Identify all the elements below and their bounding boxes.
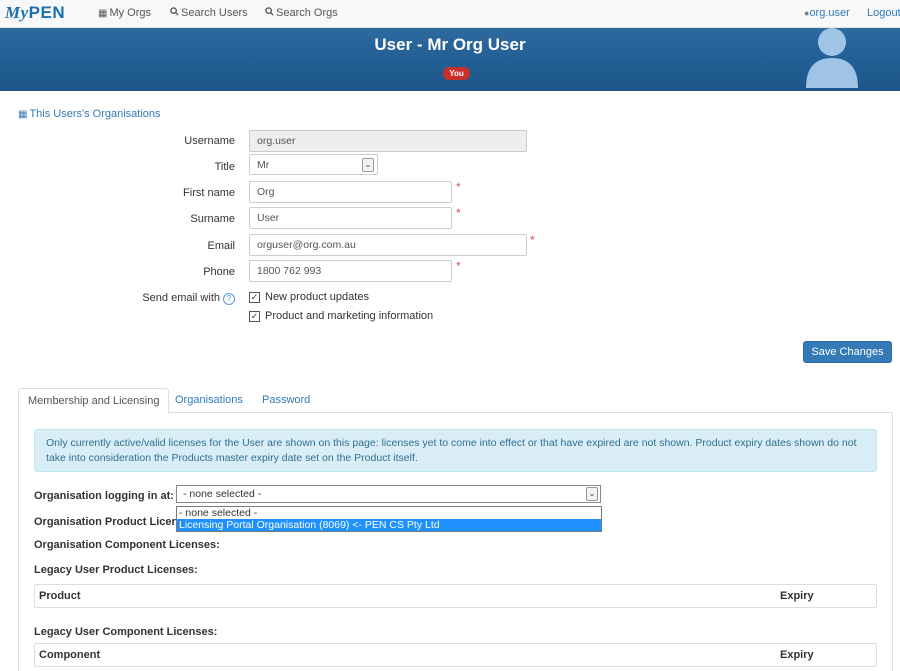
username-field: org.user <box>249 130 527 152</box>
required-marker: * <box>456 180 461 194</box>
tab-password[interactable]: Password <box>253 388 319 413</box>
org-login-select[interactable]: - none selected - ⌄ <box>176 485 601 503</box>
first-name-field[interactable]: Org <box>249 181 452 203</box>
column-header-product: Product <box>39 590 81 602</box>
dropdown-option[interactable]: - none selected - <box>177 507 601 519</box>
tab-organisations[interactable]: Organisations <box>166 388 252 413</box>
column-header-expiry: Expiry <box>780 649 814 661</box>
org-component-licenses-heading: Organisation Component Licenses: <box>34 539 220 551</box>
top-navbar: MyPEN ▦ My Orgs Search Users Search Orgs… <box>0 0 900 28</box>
search-icon <box>265 7 274 19</box>
product-table-header: Product Expiry <box>34 584 877 608</box>
tab-membership-licensing[interactable]: Membership and Licensing <box>18 388 170 414</box>
chevron-down-icon: ⌄ <box>362 158 374 172</box>
first-name-label: First name <box>183 187 235 199</box>
required-marker: * <box>530 233 535 247</box>
license-info-alert: Only currently active/valid licenses for… <box>34 429 877 472</box>
page-header-banner: User - Mr Org User You <box>0 28 900 91</box>
tab-bar: Membership and Licensing Organisations P… <box>18 388 893 414</box>
nav-my-orgs[interactable]: ▦ My Orgs <box>98 7 151 19</box>
checkbox-new-product-updates[interactable]: ✓ New product updates <box>249 291 369 303</box>
phone-label: Phone <box>203 266 235 278</box>
surname-field[interactable]: User <box>249 207 452 229</box>
brand-logo[interactable]: MyPEN <box>5 3 65 23</box>
building-icon: ▦ <box>18 108 28 120</box>
title-select[interactable]: Mr ⌄ <box>249 154 378 175</box>
checkbox[interactable]: ✓ <box>249 291 260 303</box>
help-icon[interactable]: ? <box>223 293 235 305</box>
column-header-component: Component <box>39 649 101 661</box>
send-email-label: Send email with? <box>142 292 235 305</box>
title-label: Title <box>214 161 235 173</box>
search-icon <box>170 7 179 19</box>
chevron-down-icon: ⌄ <box>586 487 598 501</box>
email-label: Email <box>207 240 235 252</box>
component-table-header: Component Expiry <box>34 643 877 667</box>
column-header-expiry: Expiry <box>780 590 814 602</box>
surname-label: Surname <box>190 213 235 225</box>
checkbox[interactable]: ✓ <box>249 310 260 322</box>
org-product-licenses-heading: Organisation Product Licen <box>34 516 179 528</box>
legacy-component-licenses-heading: Legacy User Component Licenses: <box>34 626 218 638</box>
building-icon: ▦ <box>98 7 108 19</box>
phone-field[interactable]: 1800 762 993 <box>249 260 452 282</box>
checkbox-product-marketing[interactable]: ✓ Product and marketing information <box>249 310 433 322</box>
nav-search-orgs[interactable]: Search Orgs <box>265 7 338 19</box>
legacy-product-licenses-heading: Legacy User Product Licenses: <box>34 564 198 576</box>
org-login-dropdown-list[interactable]: - none selected - Licensing Portal Organ… <box>176 506 602 532</box>
required-marker: * <box>456 259 461 273</box>
nav-user-link[interactable]: ●org.user <box>804 7 850 19</box>
org-login-label: Organisation logging in at: <box>34 490 174 502</box>
save-changes-button[interactable]: Save Changes <box>803 341 892 363</box>
required-marker: * <box>456 206 461 220</box>
nav-search-users[interactable]: Search Users <box>170 7 248 19</box>
nav-logout[interactable]: Logout <box>867 7 900 19</box>
email-field[interactable]: orguser@org.com.au <box>249 234 527 256</box>
page-title: User - Mr Org User <box>374 35 526 54</box>
dropdown-option[interactable]: Licensing Portal Organisation (8069) <- … <box>177 519 601 531</box>
avatar <box>806 28 858 88</box>
you-badge: You <box>443 67 470 80</box>
users-organisations-link[interactable]: ▦ This Users's Organisations <box>18 108 161 120</box>
username-label: Username <box>184 135 235 147</box>
